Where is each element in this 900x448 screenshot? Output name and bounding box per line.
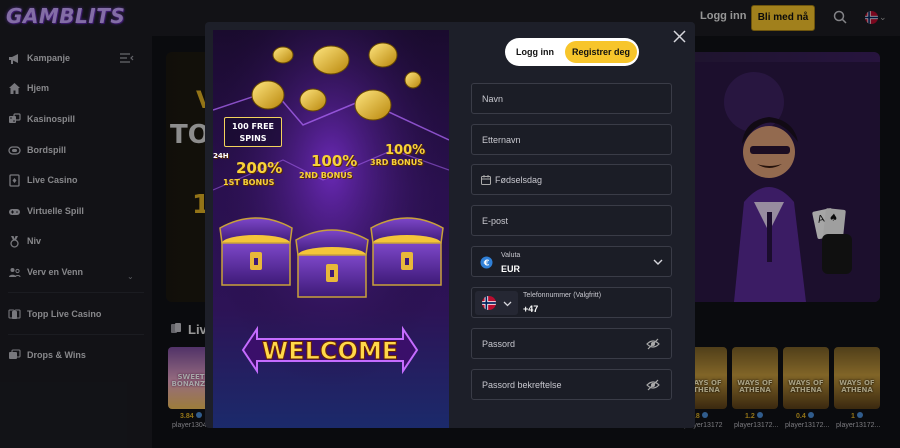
password-field[interactable]: Passord [471,328,672,359]
email-field[interactable]: E-post [471,205,672,236]
birthdate-placeholder: Fødselsdag [495,175,543,185]
free-spins-badge: 100 FREE SPINS [224,117,282,147]
first-name-placeholder: Navn [482,94,504,104]
eye-off-icon[interactable] [646,338,660,350]
norway-flag-icon [482,296,496,310]
password-confirm-placeholder: Passord bekreftelse [482,380,562,390]
bonus2-percent: 100% [311,152,358,170]
phone-field[interactable]: Telefonnummer (Valgfritt) +47 [471,287,672,318]
first-name-field[interactable]: Navn [471,83,672,114]
bonus1-prefix: 24H [213,152,229,160]
phone-value: +47 [523,304,539,314]
bonus1-percent: 200% [236,159,283,177]
birthdate-field[interactable]: Fødselsdag [471,164,672,195]
welcome-text: WELCOME [262,337,398,365]
currency-label: Valuta [501,252,521,259]
svg-text:€: € [483,259,490,268]
last-name-placeholder: Etternavn [482,135,521,145]
free-spins-line2: SPINS [239,134,267,143]
bonus1-label: 1ST BONUS [223,178,275,187]
tab-register[interactable]: Registrer deg [565,41,637,63]
currency-select[interactable]: € Valuta EUR [471,246,672,277]
phone-label: Telefonnummer (Valgfritt) [523,292,602,299]
currency-value: EUR [501,264,521,274]
bonus2-label: 2ND BONUS [299,171,353,180]
email-placeholder: E-post [482,216,509,226]
password-confirm-field[interactable]: Passord bekreftelse [471,369,672,400]
close-icon[interactable] [673,30,686,43]
country-code-select[interactable] [475,291,518,315]
chevron-down-icon [503,301,512,307]
last-name-field[interactable]: Etternavn [471,124,672,155]
welcome-banner: WELCOME [241,325,419,375]
tab-login[interactable]: Logg inn [510,43,560,61]
password-placeholder: Passord [482,339,516,349]
eye-off-icon[interactable] [646,379,660,391]
bonus3-percent: 100% [385,143,426,158]
free-spins-line1: 100 FREE [231,122,275,131]
euro-icon: € [480,256,493,269]
chevron-down-icon [653,259,663,265]
bonus3-label: 3RD BONUS [370,158,424,167]
calendar-icon [481,175,491,185]
